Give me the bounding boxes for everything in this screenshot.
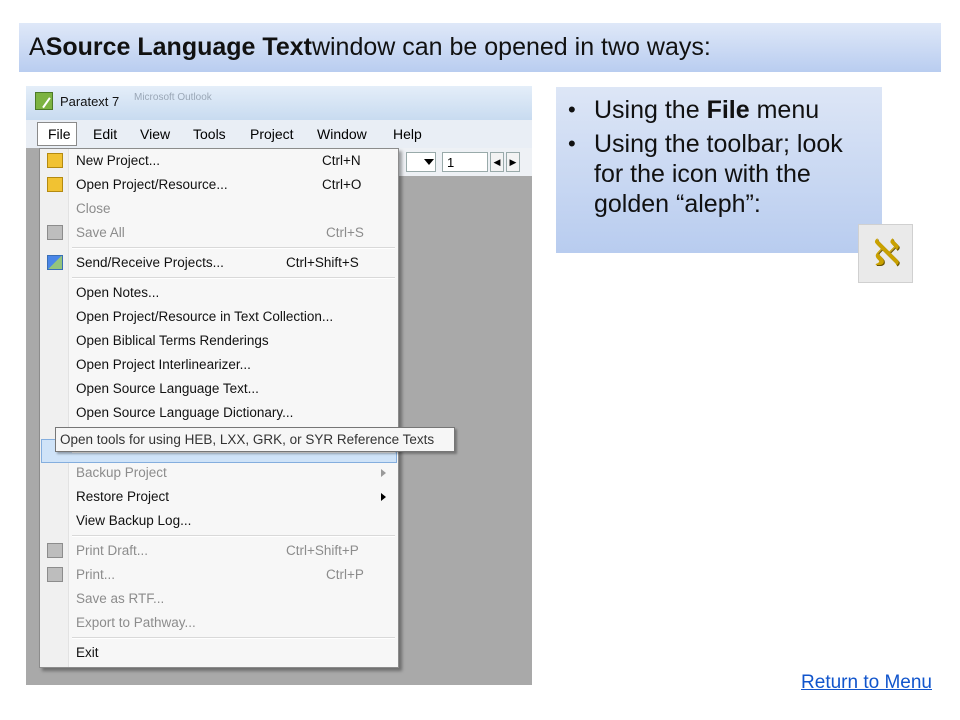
printer-icon (47, 567, 63, 582)
paratext-screenshot: Paratext 7 Microsoft Outlook File Edit V… (26, 86, 532, 685)
dropdown-arrow-icon (424, 159, 434, 165)
menu-separator (72, 535, 395, 537)
menu-edit[interactable]: Edit (93, 126, 117, 142)
menu-item-interlinearizer[interactable]: Open Project Interlinearizer... (42, 353, 396, 377)
menu-item-print[interactable]: Print... Ctrl+P (42, 563, 396, 587)
title-prefix: A (29, 33, 46, 61)
next-chapter-button[interactable]: ▶ (506, 152, 520, 172)
bullet-bold-file: File (706, 96, 750, 124)
menu-item-open-text-collection[interactable]: Open Project/Resource in Text Collection… (42, 305, 396, 329)
menu-tooltip: Open tools for using HEB, LXX, GRK, or S… (55, 427, 455, 452)
menu-help[interactable]: Help (393, 126, 422, 142)
menu-project[interactable]: Project (250, 126, 294, 142)
chapter-input[interactable]: 1 (442, 152, 488, 172)
title-suffix: window can be opened in two ways: (311, 33, 711, 61)
title-bold: Source Language Text (45, 33, 312, 61)
menu-item-biblical-terms[interactable]: Open Biblical Terms Renderings (42, 329, 396, 353)
book-dropdown[interactable] (406, 152, 436, 172)
toolbar: 1 ◀ ▶ (398, 148, 532, 176)
instruction-box: Using the File menu Using the toolbar; l… (556, 87, 882, 253)
return-to-menu-link[interactable]: Return to Menu (801, 672, 932, 694)
menu-item-exit[interactable]: Exit (42, 641, 396, 665)
submenu-arrow-icon (381, 493, 386, 501)
bullet-toolbar: Using the toolbar; look for the icon wit… (566, 129, 876, 219)
aleph-toolbar-button: ℵ (858, 224, 913, 283)
menu-item-new-project[interactable]: New Project... Ctrl+N (42, 149, 396, 173)
slide-title: A Source Language Text window can be ope… (19, 23, 941, 72)
bullet-file-menu: Using the File menu (566, 95, 876, 125)
menu-window[interactable]: Window (317, 126, 367, 142)
menu-separator (72, 637, 395, 639)
menu-item-save-as-rtf[interactable]: Save as RTF... (42, 587, 396, 611)
window-titlebar: Paratext 7 Microsoft Outlook (26, 86, 532, 120)
menu-item-print-draft[interactable]: Print Draft... Ctrl+Shift+P (42, 539, 396, 563)
menu-item-save-all[interactable]: Save All Ctrl+S (42, 221, 396, 245)
new-folder-icon (47, 153, 63, 168)
menu-item-open-notes[interactable]: Open Notes... (42, 281, 396, 305)
menu-tools[interactable]: Tools (193, 126, 226, 142)
save-all-icon (47, 225, 63, 240)
menu-item-send-receive[interactable]: Send/Receive Projects... Ctrl+Shift+S (42, 251, 396, 275)
menu-item-export-pathway[interactable]: Export to Pathway... (42, 611, 396, 635)
submenu-arrow-icon (381, 469, 386, 477)
aleph-icon: ℵ (873, 233, 900, 274)
menu-separator (72, 277, 395, 279)
menu-item-view-backup-log[interactable]: View Backup Log... (42, 509, 396, 533)
menu-item-open-source-language-text[interactable]: Open Source Language Text... (42, 377, 396, 401)
open-folder-icon (47, 177, 63, 192)
file-menu-dropdown: New Project... Ctrl+N Open Project/Resou… (39, 148, 399, 668)
menu-item-backup-project[interactable]: Backup Project (42, 461, 396, 485)
menu-view[interactable]: View (140, 126, 170, 142)
menu-file[interactable]: File (48, 126, 71, 142)
background-window-title: Microsoft Outlook (134, 92, 212, 103)
app-title: Paratext 7 (60, 94, 120, 109)
menu-item-close[interactable]: Close (42, 197, 396, 221)
menu-item-restore-project[interactable]: Restore Project (42, 485, 396, 509)
paratext-logo-icon (35, 92, 53, 110)
menu-bar: File Edit View Tools Project Window Help (26, 120, 532, 148)
send-receive-icon (47, 255, 63, 270)
menu-item-open-project[interactable]: Open Project/Resource... Ctrl+O (42, 173, 396, 197)
menu-item-source-language-dictionary[interactable]: Open Source Language Dictionary... (42, 401, 396, 425)
previous-chapter-button[interactable]: ◀ (490, 152, 504, 172)
print-draft-icon (47, 543, 63, 558)
menu-separator (72, 247, 395, 249)
